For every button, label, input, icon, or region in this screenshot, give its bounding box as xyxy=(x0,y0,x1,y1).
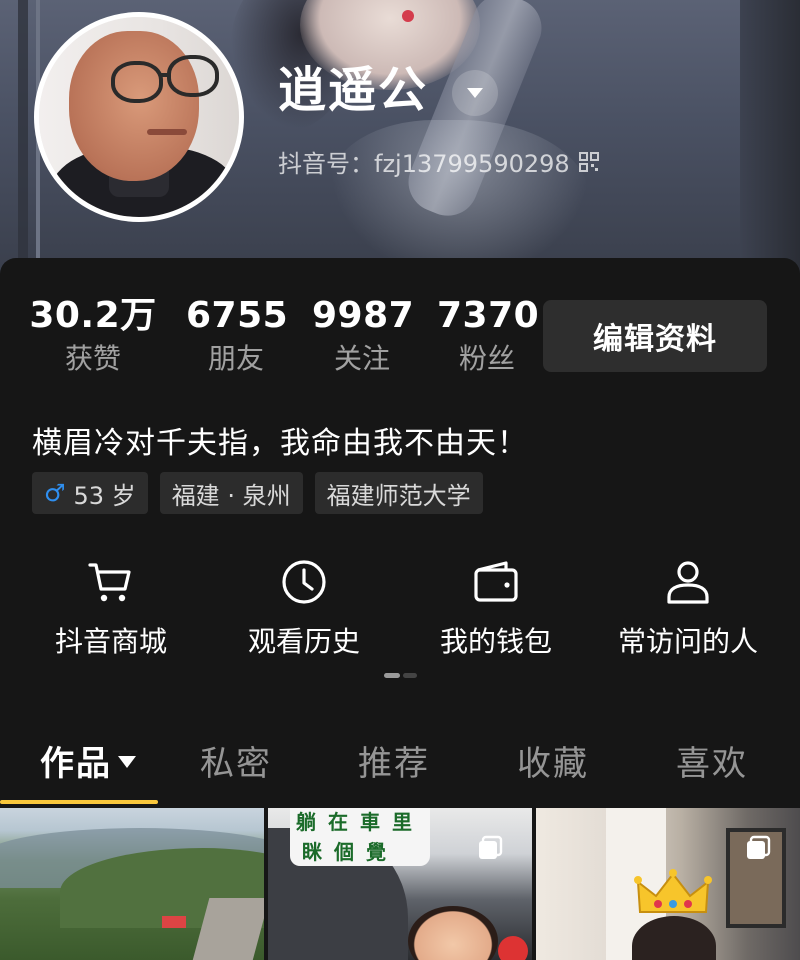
person-icon xyxy=(667,561,709,604)
avatar-glasses-bridge xyxy=(159,73,171,77)
chevron-down-icon xyxy=(118,755,136,768)
tab-works[interactable]: 作品 xyxy=(40,736,136,785)
avatar-mouth xyxy=(147,129,187,135)
cart-icon xyxy=(88,563,131,602)
profile-tags: ♂ 53 岁 福建 · 泉州 福建师范大学 xyxy=(32,472,483,514)
stat-label: 关注 xyxy=(333,342,390,375)
qr-code-icon[interactable] xyxy=(578,151,600,173)
tab-recommended[interactable]: 推荐 xyxy=(358,736,430,785)
stat-label: 朋友 xyxy=(207,342,264,375)
stat-value: 30.2万 xyxy=(29,295,157,336)
tag-age[interactable]: ♂ 53 岁 xyxy=(32,472,148,514)
thumb-red-object xyxy=(498,936,528,960)
cover-frame-left xyxy=(18,0,28,260)
thumb-sleeping-baby xyxy=(408,906,498,960)
video-thumbnail[interactable]: 躺在車里 眯個覺 xyxy=(268,808,532,960)
male-icon: ♂ xyxy=(44,479,66,507)
stat-followers[interactable]: 7370 粉丝 xyxy=(437,295,540,375)
shortcuts-row: 抖音商城 观看历史 我的钱包 常访问的人 xyxy=(0,556,800,666)
tab-label: 作品 xyxy=(40,744,112,784)
content-tabs: 作品 私密 推荐 收藏 喜欢 xyxy=(0,730,800,810)
thumb-caption-line1: 躺在車里 xyxy=(296,810,424,834)
tab-label: 收藏 xyxy=(517,744,589,784)
profile-bio: 横眉冷对千夫指，我命由我不由天！ xyxy=(32,426,528,461)
avatar-glasses-left xyxy=(111,61,163,103)
video-thumbnail[interactable] xyxy=(536,808,800,960)
chevron-down-icon xyxy=(467,88,483,98)
stats-row: 30.2万 获赞 6755 朋友 9987 关注 7370 粉丝 xyxy=(0,296,540,386)
multi-image-icon xyxy=(747,835,771,859)
stat-value: 9987 xyxy=(312,295,415,336)
crown-icon xyxy=(634,869,712,913)
video-thumbnail[interactable] xyxy=(0,808,264,960)
tag-text: 福建 · 泉州 xyxy=(171,481,291,510)
stat-label: 粉丝 xyxy=(458,342,515,375)
shortcut-wallet[interactable]: 我的钱包 xyxy=(406,556,586,658)
stat-friends[interactable]: 6755 朋友 xyxy=(186,295,289,375)
thumb-caption-line2: 眯個覺 xyxy=(302,840,398,864)
edit-profile-button[interactable]: 编辑资料 xyxy=(543,300,767,372)
shortcuts-page-indicator xyxy=(384,673,418,678)
wallet-icon xyxy=(474,561,518,602)
tag-text: 福建师范大学 xyxy=(326,481,471,510)
clock-icon xyxy=(282,560,326,604)
douyin-id[interactable]: 抖音号：fzj13799590298 xyxy=(278,144,600,179)
cover-frame-right xyxy=(740,0,800,275)
avatar-head xyxy=(69,31,199,181)
shortcut-label: 观看历史 xyxy=(247,625,360,658)
stat-value: 6755 xyxy=(186,295,289,336)
tab-label: 喜欢 xyxy=(676,744,748,784)
shortcut-history[interactable]: 观看历史 xyxy=(214,556,394,658)
stat-label: 获赞 xyxy=(64,342,121,375)
thumb-house xyxy=(162,916,186,928)
avatar[interactable] xyxy=(34,12,244,222)
shortcut-label: 常访问的人 xyxy=(617,625,758,658)
tag-location[interactable]: 福建 · 泉州 xyxy=(159,472,303,514)
douyin-id-text: 抖音号：fzj13799590298 xyxy=(278,150,570,178)
shortcut-frequent-visitors[interactable]: 常访问的人 xyxy=(598,556,778,658)
page-dot-active xyxy=(384,673,400,678)
stat-likes[interactable]: 30.2万 获赞 xyxy=(28,296,158,374)
tab-label: 私密 xyxy=(200,744,272,784)
stat-value: 7370 xyxy=(437,295,540,336)
video-grid: 躺在車里 眯個覺 xyxy=(0,808,800,960)
stat-following[interactable]: 9987 关注 xyxy=(312,295,415,375)
shortcut-label: 抖音商城 xyxy=(54,625,167,658)
page-dot xyxy=(403,673,417,678)
cover-art-forehead-mark xyxy=(402,10,414,22)
tab-private[interactable]: 私密 xyxy=(200,736,272,785)
active-tab-indicator xyxy=(0,800,158,804)
tab-label: 推荐 xyxy=(358,744,430,784)
avatar-glasses-right xyxy=(167,55,219,97)
tag-text: 53 岁 xyxy=(73,481,136,510)
tag-school[interactable]: 福建师范大学 xyxy=(314,472,483,514)
tab-likes[interactable]: 喜欢 xyxy=(676,736,748,785)
account-switch-button[interactable] xyxy=(452,70,498,116)
shortcut-label: 我的钱包 xyxy=(439,625,552,658)
multi-image-icon xyxy=(479,835,503,859)
profile-name: 逍遥公 xyxy=(278,62,429,118)
tab-favorites[interactable]: 收藏 xyxy=(517,736,589,785)
shortcut-mall[interactable]: 抖音商城 xyxy=(21,556,201,658)
